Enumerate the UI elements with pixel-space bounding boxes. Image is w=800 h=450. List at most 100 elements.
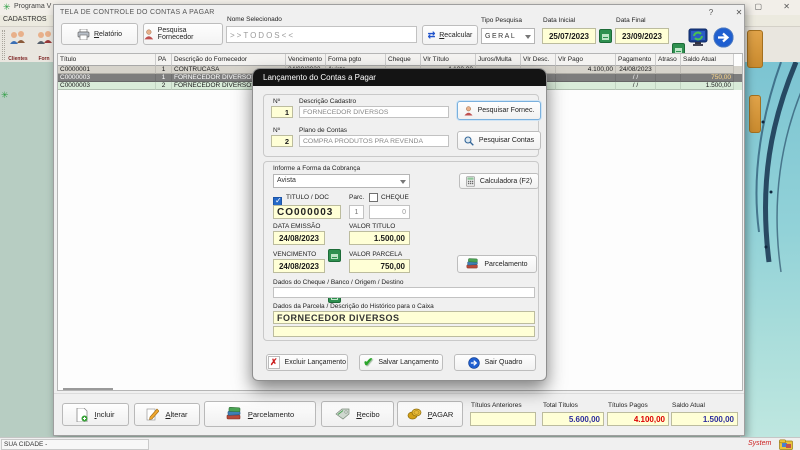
table-header-row: Título PA Descrição do Fornecedor Venciment… — [58, 54, 742, 66]
parcelamento-label: Parcelamento — [247, 409, 295, 419]
side-logo-icon: ✳ — [1, 90, 9, 100]
historico-field[interactable]: FORNECEDOR DIVERSOS — [273, 311, 535, 324]
data-inicial-label: Data Inicial — [543, 17, 576, 24]
titulo-doc-field[interactable]: CO000003 — [273, 205, 341, 219]
titulos-anteriores-label: Títulos Anteriores — [471, 402, 522, 409]
printer-icon — [77, 28, 90, 40]
books-icon — [466, 258, 479, 269]
parent-close-icon[interactable]: ✕ — [783, 2, 790, 11]
tipo-pesquisa-select[interactable]: GERAL — [481, 28, 535, 44]
alterar-label: Alterar — [165, 410, 188, 419]
plano-numero-field[interactable]: 2 — [271, 135, 293, 147]
table-cell: 750,00 — [681, 74, 734, 82]
dialog-parcelamento-label: Parcelamento — [484, 260, 528, 268]
calendar-icon-inicial[interactable] — [599, 29, 612, 43]
desktop: ✳ Programa V ▢ ✕ CADASTROS Clientes Forn… — [0, 0, 800, 450]
descricao-cadastro-field[interactable]: FORNECEDOR DIVERSOS — [299, 106, 449, 118]
data-final-field[interactable]: 23/09/2023 — [615, 28, 669, 44]
person-icon — [144, 29, 154, 39]
column-header[interactable]: Vlr Título — [421, 54, 476, 66]
saldo-atual-field: 1.500,00 — [671, 412, 738, 426]
titulos-anteriores-field — [470, 412, 536, 426]
pencil-icon — [147, 408, 160, 421]
calculadora-button[interactable]: Calculadora (F2) — [459, 173, 539, 189]
incluir-button[interactable]: Incluir — [62, 403, 129, 426]
column-header[interactable]: Vlr Pago — [556, 54, 616, 66]
column-header[interactable]: Vlr Desc. — [521, 54, 556, 66]
clients-people-icon — [10, 31, 25, 44]
menu-cadastros[interactable]: CADASTROS — [3, 16, 47, 23]
valor-titulo-field[interactable]: 1.500,00 — [349, 231, 410, 245]
column-header[interactable]: Descrição do Fornecedor — [172, 54, 286, 66]
valor-parcela-label: VALOR PARCELA — [349, 251, 403, 258]
column-header[interactable]: Juros/Multa — [476, 54, 521, 66]
parcelamento-button[interactable]: Parcelamento — [204, 401, 316, 427]
forma-cobranca-select[interactable]: Avista — [273, 174, 410, 188]
valor-parcela-field[interactable]: 750,00 — [349, 259, 410, 273]
app-logo-icon: ✳ — [3, 2, 11, 12]
refresh-monitor-button[interactable] — [688, 27, 708, 52]
parc-field[interactable]: 1 — [349, 205, 364, 219]
blue-arrow-circle-icon — [713, 27, 734, 48]
table-cell: 1 — [156, 66, 172, 74]
parent-restore-icon[interactable]: ▢ — [754, 2, 762, 11]
excluir-lancamento-button[interactable]: ✗ Excluir Lançamento — [266, 354, 348, 371]
column-header[interactable]: Cheque — [386, 54, 421, 66]
table-cell — [681, 66, 734, 74]
exit-round-button[interactable] — [713, 27, 734, 53]
salvar-label: Salvar Lançamento — [378, 359, 439, 366]
plano-contas-label: Plano de Contas — [299, 127, 348, 134]
cheque-checkbox[interactable] — [369, 193, 378, 202]
alterar-button[interactable]: Alterar — [134, 403, 200, 426]
desktop-shortcut-icon[interactable] — [747, 30, 763, 68]
help-icon[interactable]: ? — [704, 7, 718, 19]
cheque-label: CHEQUE — [381, 194, 409, 201]
dialog-titlebar[interactable]: Lançamento do Contas a Pagar — [253, 69, 546, 86]
sair-quadro-button[interactable]: Sair Quadro — [454, 354, 536, 371]
refresh-monitor-icon — [688, 28, 708, 46]
pesquisar-contas-label: Pesquisar Contas — [478, 137, 535, 144]
table-cell: / / — [616, 74, 656, 82]
relatorio-label: Relatório — [93, 30, 123, 38]
pesquisar-fornec-button[interactable]: Pesquisar Fornec. — [457, 101, 541, 120]
cheque-field[interactable]: 0 — [369, 205, 410, 219]
table-cell: C0000003 — [58, 74, 156, 82]
plano-contas-field[interactable]: COMPRA PRODUTOS PRA REVENDA — [299, 135, 449, 147]
excluir-label: Excluir Lançamento — [284, 359, 347, 366]
data-emissao-field[interactable]: 24/08/2023 — [273, 231, 325, 245]
magnifier-icon — [464, 135, 474, 146]
column-header[interactable]: Título — [58, 54, 156, 66]
close-icon[interactable]: ✕ — [732, 7, 746, 19]
pagar-button[interactable]: PAGAR — [397, 401, 463, 427]
dados-cheque-field[interactable] — [273, 287, 535, 298]
dialog-parcelamento-button[interactable]: Parcelamento — [457, 255, 537, 273]
vencimento-field[interactable]: 24/08/2023 — [273, 259, 325, 273]
nome-selecionado-field[interactable]: >>TODOS<< — [226, 26, 417, 43]
column-header[interactable]: Saldo Atual — [681, 54, 734, 66]
pesquisar-contas-button[interactable]: Pesquisar Contas — [457, 131, 541, 150]
cadastro-numero-field[interactable]: 1 — [271, 106, 293, 118]
table-cell: C0000003 — [58, 82, 156, 90]
pagar-label: PAGAR — [427, 409, 454, 419]
recibo-button[interactable]: Recibo — [321, 401, 394, 427]
horizontal-scrollbar[interactable] — [63, 388, 113, 390]
toolbar-fornecedores-button[interactable]: Forn — [33, 30, 55, 62]
toolbar-clientes-button[interactable]: Clientes — [7, 30, 29, 62]
column-header[interactable]: Vencimento — [286, 54, 326, 66]
recalcular-button[interactable]: ⇄ Recalcular — [422, 25, 478, 45]
column-header[interactable]: Forma pgto — [326, 54, 386, 66]
dialog-title: Lançamento do Contas a Pagar — [263, 73, 376, 82]
tray-folder-icon[interactable] — [779, 439, 793, 450]
column-header[interactable]: Pagamento — [616, 54, 656, 66]
sair-label: Sair Quadro — [484, 359, 523, 366]
desktop-shortcut-icon-2[interactable] — [749, 95, 761, 133]
historico-extra-field[interactable] — [273, 326, 535, 337]
relatorio-button[interactable]: Relatório — [61, 23, 138, 45]
calendar-icon-emissao[interactable] — [328, 249, 341, 262]
column-header[interactable]: PA — [156, 54, 172, 66]
pesquisa-fornecedor-button[interactable]: Pesquisa Fornecedor — [143, 23, 223, 45]
historico-label: Dados da Parcela / Descrição do Históric… — [273, 303, 434, 310]
data-inicial-field[interactable]: 25/07/2023 — [542, 28, 596, 44]
column-header[interactable]: Atraso — [656, 54, 681, 66]
salvar-lancamento-button[interactable]: ✔ Salvar Lançamento — [359, 354, 443, 371]
